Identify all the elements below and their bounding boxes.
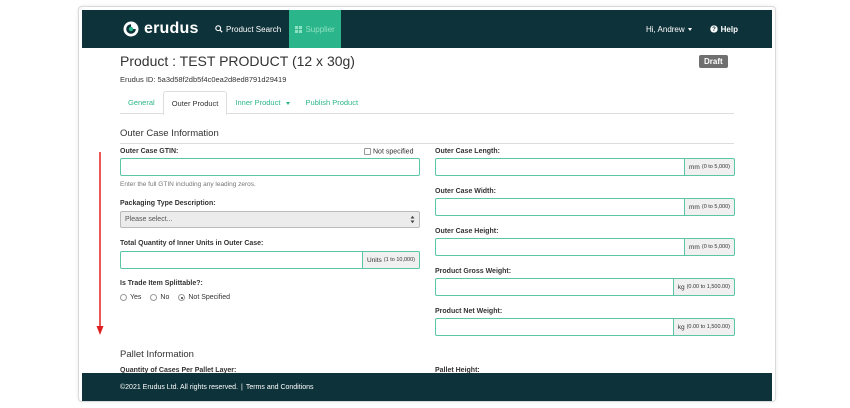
- tab-inner-product[interactable]: Inner Product: [227, 91, 297, 114]
- chevron-down-icon: [687, 27, 692, 31]
- radio-icon: [120, 294, 127, 301]
- nav-supplier[interactable]: Supplier: [289, 10, 342, 48]
- packaging-type-selected: Please select...: [125, 216, 173, 223]
- logo-text: erudus: [144, 20, 199, 37]
- chevron-down-icon: [285, 101, 290, 105]
- help-label: Help: [720, 24, 738, 34]
- outer-case-length-group: mm (0 to 5,000): [435, 158, 735, 176]
- product-net-weight-input[interactable]: [435, 318, 674, 336]
- outer-case-section-title: Outer Case Information: [120, 128, 219, 139]
- radio-icon: [150, 294, 158, 301]
- inner-units-quantity-label: Total Quantity of Inner Units in Outer C…: [120, 240, 264, 247]
- kg-range: (0.00 to 1,500.00): [686, 324, 730, 330]
- section-divider: [120, 143, 734, 144]
- splittable-yes-option[interactable]: Yes: [120, 294, 141, 301]
- mm-unit: mm: [689, 203, 700, 211]
- kg-unit: kg: [677, 323, 685, 331]
- mm-addon: mm (0 to 5,000): [685, 238, 735, 256]
- pallet-section-title: Pallet Information: [120, 349, 194, 360]
- search-icon: [215, 25, 223, 33]
- outer-case-width-group: mm (0 to 5,000): [435, 198, 735, 216]
- splittable-yes-label: Yes: [130, 294, 142, 301]
- tab-publish-product[interactable]: Publish Product: [298, 91, 367, 114]
- outer-case-height-input[interactable]: [435, 238, 686, 256]
- outer-case-gtin-label: Outer Case GTIN:: [120, 148, 179, 155]
- footer-copyright: ©2021 Erudus Ltd. All rights reserved.: [120, 383, 238, 391]
- outer-case-gtin-input[interactable]: [120, 158, 420, 176]
- outer-case-width-label: Outer Case Width:: [435, 188, 496, 195]
- outer-case-length-label: Outer Case Length:: [435, 148, 500, 155]
- units-addon-range: (1 to 10,000): [383, 257, 415, 263]
- mm-unit: mm: [689, 243, 700, 251]
- splittable-no-label: No: [160, 294, 170, 301]
- units-addon: Units (1 to 10,000): [363, 251, 420, 269]
- erudus-id: Erudus ID: 5a3d58f2db5f4c0ea2d8ed8791d29…: [120, 75, 287, 84]
- inner-units-quantity-group: Units (1 to 10,000): [120, 251, 420, 269]
- radio-selected-icon: [178, 294, 186, 301]
- erudus-logo[interactable]: erudus: [123, 20, 205, 38]
- page-title: Product : TEST PRODUCT (12 x 30g): [120, 53, 355, 69]
- scroll-down-arrow-icon: [96, 152, 104, 335]
- splittable-radio-group: Yes No Not Specified: [120, 294, 239, 301]
- page-footer: ©2021 Erudus Ltd. All rights reserved. |…: [82, 373, 772, 401]
- nav-product-search-label: Product Search: [226, 24, 282, 34]
- help-link[interactable]: ? Help: [704, 10, 744, 48]
- mm-range: (0 to 5,000): [701, 244, 730, 250]
- mm-range: (0 to 5,000): [701, 164, 730, 170]
- terms-link[interactable]: Terms and Conditions: [246, 384, 314, 391]
- product-gross-weight-group: kg (0.00 to 1,500.00): [435, 278, 735, 296]
- splittable-not-specified-label: Not Specified: [188, 294, 231, 301]
- product-net-weight-label: Product Net Weight:: [435, 308, 503, 315]
- footer-separator: |: [241, 383, 243, 391]
- kg-addon: kg (0.00 to 1,500.00): [673, 318, 735, 336]
- user-menu-label: Hi, Andrew: [645, 24, 685, 34]
- product-tabs: General Outer Product Inner Product Publ…: [120, 91, 734, 115]
- erudus-logo-icon: [123, 21, 139, 37]
- outer-case-length-input[interactable]: [435, 158, 686, 176]
- mm-unit: mm: [689, 163, 700, 171]
- checkbox-icon: [364, 148, 371, 155]
- svg-text:?: ?: [712, 27, 716, 33]
- packaging-type-select[interactable]: Please select...: [120, 211, 420, 228]
- tab-inner-product-label: Inner Product: [235, 98, 281, 107]
- browser-frame: erudus Product Search Supplier Hi, Andre…: [78, 6, 776, 402]
- kg-unit: kg: [677, 283, 685, 291]
- product-gross-weight-label: Product Gross Weight:: [435, 268, 512, 275]
- top-navbar: erudus Product Search Supplier Hi, Andre…: [82, 10, 772, 48]
- product-net-weight-group: kg (0.00 to 1,500.00): [435, 318, 735, 336]
- select-arrows-icon: [410, 215, 415, 224]
- nav-supplier-label: Supplier: [305, 24, 335, 34]
- tab-outer-product[interactable]: Outer Product: [162, 91, 228, 115]
- kg-range: (0.00 to 1,500.00): [686, 284, 730, 290]
- nav-product-search[interactable]: Product Search: [209, 10, 287, 48]
- outer-case-width-input[interactable]: [435, 198, 686, 216]
- outer-case-height-label: Outer Case Height:: [435, 228, 499, 235]
- splittable-not-specified-option[interactable]: Not Specified: [178, 294, 230, 301]
- grid-icon: [295, 25, 303, 33]
- mm-addon: mm (0 to 5,000): [685, 198, 735, 216]
- tab-general[interactable]: General: [120, 91, 163, 114]
- kg-addon: kg (0.00 to 1,500.00): [673, 278, 735, 296]
- mm-addon: mm (0 to 5,000): [685, 158, 735, 176]
- splittable-no-option[interactable]: No: [150, 294, 169, 301]
- inner-units-quantity-input[interactable]: [120, 251, 363, 269]
- not-specified-checkbox[interactable]: Not specified: [364, 148, 413, 155]
- not-specified-label: Not specified: [373, 148, 414, 156]
- product-gross-weight-input[interactable]: [435, 278, 674, 296]
- gtin-help-text: Enter the full GTIN including any leadin…: [120, 181, 256, 188]
- user-menu[interactable]: Hi, Andrew: [640, 10, 698, 48]
- outer-case-height-group: mm (0 to 5,000): [435, 238, 735, 256]
- status-badge: Draft: [699, 55, 728, 68]
- packaging-type-label: Packaging Type Description:: [120, 200, 216, 207]
- trade-item-splittable-label: Is Trade Item Splittable?:: [120, 280, 203, 287]
- units-addon-unit: Units: [367, 256, 382, 264]
- question-circle-icon: ?: [709, 25, 718, 33]
- mm-range: (0 to 5,000): [701, 204, 730, 210]
